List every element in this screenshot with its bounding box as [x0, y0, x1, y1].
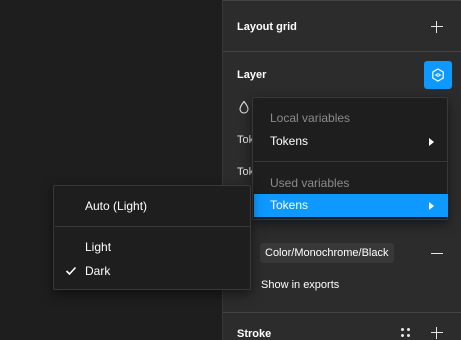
stroke-title: Stroke	[237, 328, 272, 340]
variables-menu: Local variables Tokens Used variables To…	[252, 97, 448, 220]
mode-item-auto[interactable]: Auto (Light)	[85, 199, 147, 213]
remove-fill-minus-icon[interactable]	[431, 253, 443, 254]
chevron-right-icon	[429, 202, 434, 210]
local-tokens-item[interactable]: Tokens	[254, 130, 448, 153]
used-variables-heading: Used variables	[270, 176, 350, 190]
menu-separator	[55, 226, 251, 227]
dots-grid-icon[interactable]	[400, 327, 412, 339]
mode-item-dark[interactable]: Dark	[85, 264, 110, 278]
show-in-exports-label[interactable]: Show in exports	[261, 279, 339, 291]
color-variable-chip[interactable]: Color/Monochrome/Black	[260, 243, 394, 263]
chevron-right-icon	[429, 138, 434, 146]
section-divider	[223, 51, 461, 52]
hexagon-variables-icon	[432, 68, 444, 82]
mode-item-light[interactable]: Light	[85, 240, 111, 254]
local-variables-heading: Local variables	[270, 111, 351, 125]
layer-title: Layer	[237, 69, 267, 81]
check-icon	[65, 266, 77, 276]
add-layout-grid-plus-icon[interactable]	[430, 20, 444, 34]
section-divider	[223, 312, 461, 313]
menu-separator	[254, 161, 448, 162]
layout-grid-title: Layout grid	[237, 21, 297, 33]
drop-icon	[239, 100, 249, 114]
mode-submenu: Auto (Light) Light Dark	[53, 185, 251, 290]
menu-item-label: Tokens	[270, 134, 309, 148]
used-tokens-item[interactable]: Tokens	[254, 194, 448, 217]
add-stroke-plus-icon[interactable]	[430, 326, 444, 340]
menu-item-label: Tokens	[270, 198, 309, 212]
section-divider	[223, 0, 461, 1]
apply-variable-mode-button[interactable]	[424, 61, 452, 89]
